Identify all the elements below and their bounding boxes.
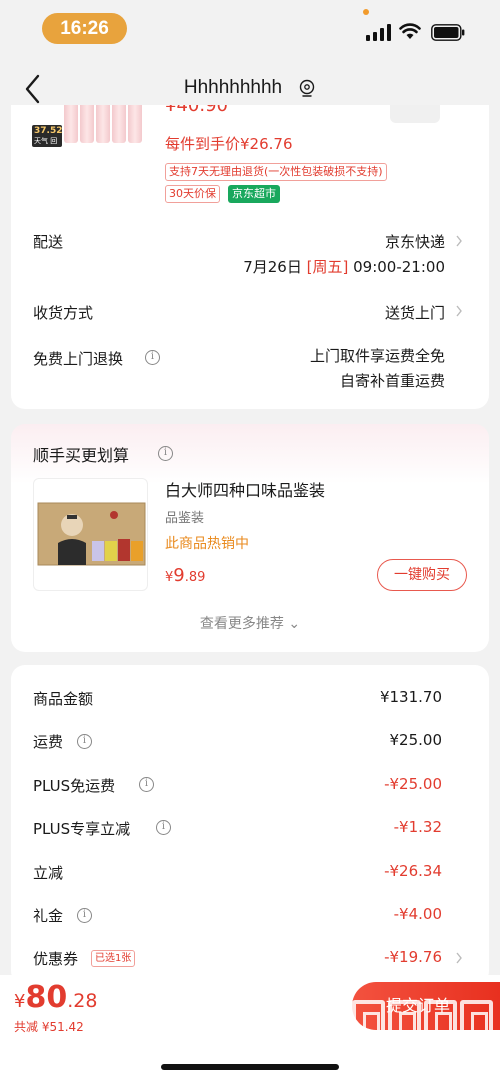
coupon-selected-tag[interactable]: 已选1张 [91,950,136,967]
status-time: 16:26 [42,13,127,44]
return-policy-tag: 支持7天无理由退货(一次性包装破损不支持) [165,163,387,181]
battery-icon [431,24,465,41]
summary-value-plus-discount: -¥1.32 [393,818,442,836]
summary-label-plus-free-shipping: PLUS免运费 [33,777,116,795]
summary-value-instant-discount: -¥26.34 [384,862,442,880]
summary-value-gift-money: -¥4.00 [393,905,442,923]
product-price-badge: 37.52 天气 回味 [32,125,63,155]
product-price-partial: ¥40.90 [165,105,228,116]
summary-value-plus-free-shipping: -¥25.00 [384,775,442,793]
summary-label-plus-discount: PLUS专享立减 [33,820,131,838]
each-price: 每件到手价¥26.76 [165,135,293,153]
page-title[interactable]: Hhhhhhhhh [0,77,466,99]
summary-label-coupon: 优惠券 [33,950,79,968]
free-return-label: 免费上门退换 [33,350,124,368]
recommended-product-hot: 此商品热销中 [165,536,249,552]
delivery-time-range: 09:00-21:00 [353,258,445,276]
summary-value-shipping: ¥25.00 [389,731,443,749]
info-icon[interactable]: i [145,350,160,365]
product-thumbnail[interactable]: 37.52 天气 回味 [24,105,146,163]
delivery-carrier[interactable]: 京东快递 [385,231,445,252]
home-indicator[interactable] [161,1064,339,1070]
summary-value-goods: ¥131.70 [379,688,442,706]
chevron-right-icon[interactable] [455,952,463,964]
summary-label-gift-money: 礼金 [33,907,64,925]
summary-value-coupon[interactable]: -¥19.76 [384,948,442,966]
recommended-product-spec: 品鉴装 [165,511,205,526]
recommended-product-name[interactable]: 白大师四种口味品鉴装 [165,477,325,501]
location-pin-icon[interactable] [298,79,316,99]
delivery-date: 7月26日 [243,258,302,276]
delivery-label: 配送 [33,233,64,251]
recommended-product-price: ¥9.89 [165,565,206,586]
total-saved: 共减 ¥51.42 [14,1020,84,1034]
receive-method-value[interactable]: 送货上门 [385,302,445,323]
recommended-product-image[interactable] [33,478,148,591]
free-return-line2: 自寄补首重运费 [339,372,445,390]
receive-method-label: 收货方式 [33,304,94,322]
summary-label-goods: 商品金额 [33,690,94,708]
quantity-stepper-partial[interactable] [390,105,440,123]
recommendation-title: 顺手买更划算 [33,446,130,465]
free-return-line1: 上门取件享运费全免 [309,347,445,365]
submit-order-button[interactable]: 提交订单 [352,982,500,1030]
total-price: ¥80.28 [14,980,98,1015]
delivery-time[interactable]: 7月26日 [周五] 09:00-21:00 [243,256,445,277]
more-recommendations-link[interactable]: 查看更多推荐 ⌄ [0,613,500,633]
summary-label-instant-discount: 立减 [33,864,64,882]
status-bar: 16:26 [0,0,500,58]
info-icon[interactable]: i [139,777,154,792]
delivery-weekday: 周五 [312,258,343,276]
price-protect-tag: 30天价保 [165,185,220,203]
one-click-buy-button[interactable]: 一键购买 [377,559,467,591]
chevron-right-icon[interactable] [455,235,463,247]
product-box-illustration [37,502,146,566]
cellular-signal-icon [366,24,392,41]
wifi-icon [399,23,421,39]
chevron-right-icon[interactable] [455,305,463,317]
info-icon[interactable]: i [156,820,171,835]
store-tag: 京东超市 [228,185,280,203]
summary-label-shipping: 运费 [33,733,64,751]
privacy-indicator-dot [363,9,369,15]
info-icon[interactable]: i [77,908,92,923]
info-icon[interactable]: i [77,734,92,749]
info-icon[interactable]: i [158,446,173,461]
